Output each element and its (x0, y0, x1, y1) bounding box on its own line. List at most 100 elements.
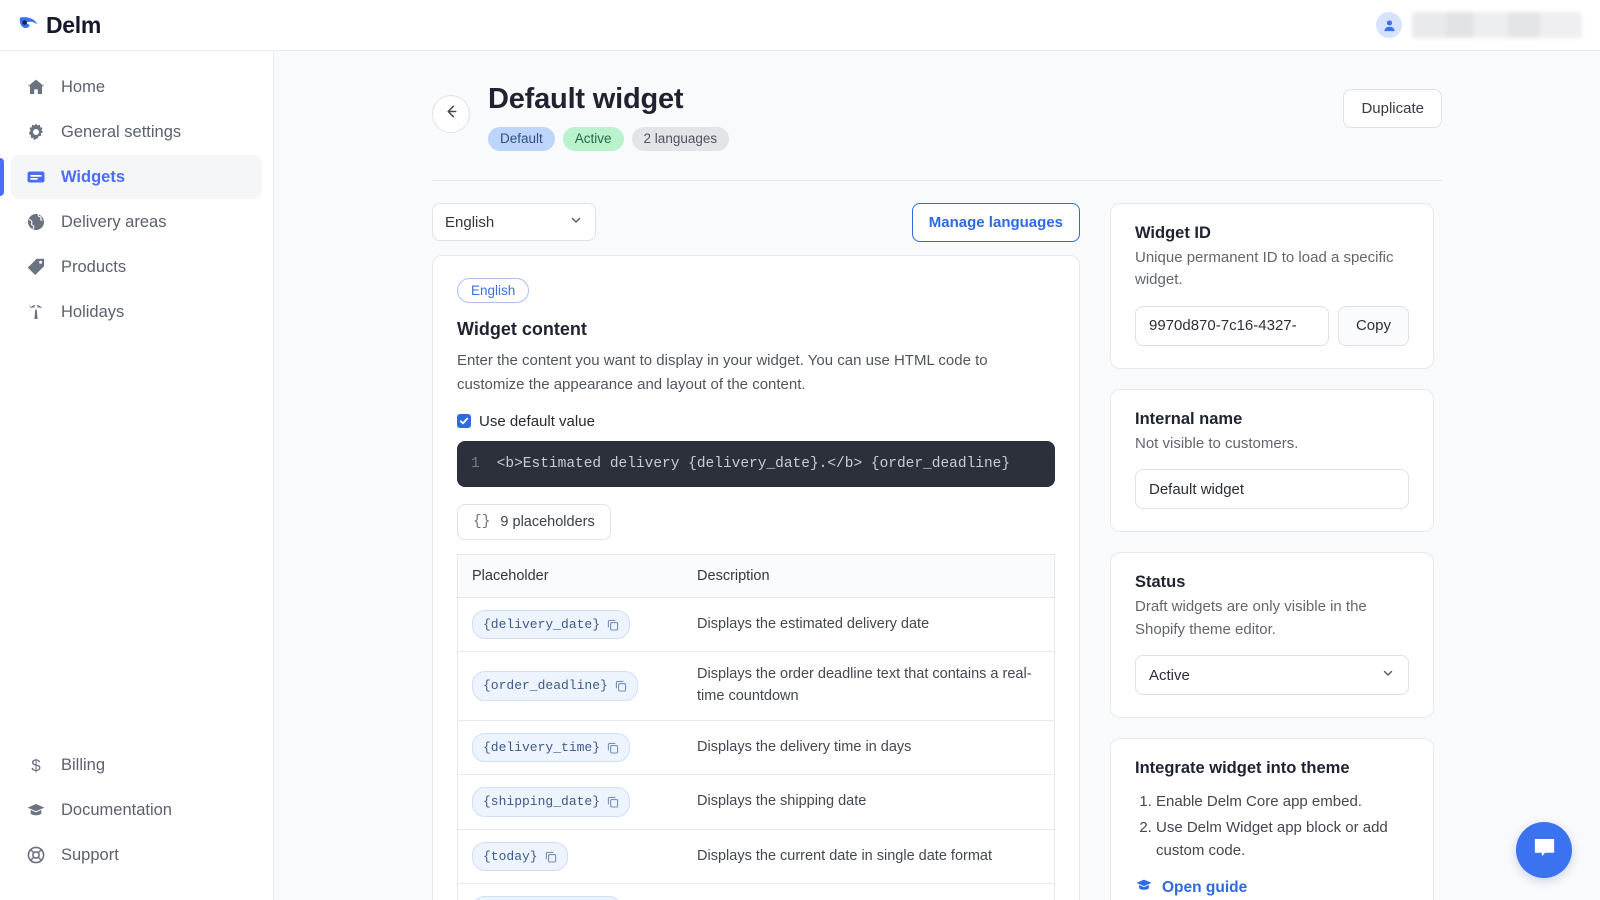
table-cell-placeholder: {shipping_date} (458, 775, 684, 830)
left-column: English Manage languages English Widget … (432, 203, 1080, 900)
arrow-left-icon (443, 103, 460, 125)
chat-button[interactable] (1516, 822, 1572, 878)
app-root: Delm Home General settings (0, 0, 1600, 900)
widget-icon (25, 166, 47, 188)
sidebar-item-home[interactable]: Home (11, 65, 262, 109)
table-row: {delivery_time} Displays the delivery ti… (458, 720, 1055, 775)
table-cell-description: Displays the visitor country name (683, 884, 1054, 900)
gear-icon (25, 121, 47, 143)
main-content: Default widget Default Active 2 language… (274, 51, 1600, 900)
open-guide-link[interactable]: Open guide (1135, 876, 1409, 899)
copy-icon[interactable] (607, 742, 619, 754)
copy-icon[interactable] (615, 680, 627, 692)
widget-content-title: Widget content (457, 319, 1055, 340)
internal-name-input[interactable]: Default widget (1135, 469, 1409, 509)
table-cell-description: Displays the current date in single date… (683, 829, 1054, 884)
placeholder-pill[interactable]: {shipping_date} (472, 787, 630, 817)
status-title: Status (1135, 573, 1409, 592)
manage-languages-button[interactable]: Manage languages (912, 203, 1080, 242)
delm-logo-icon (16, 12, 42, 38)
sidebar-item-label: Holidays (61, 303, 124, 322)
use-default-value-row[interactable]: Use default value (457, 413, 1055, 430)
sidebar-item-billing[interactable]: $ Billing (11, 743, 262, 787)
table-cell-placeholder: {country_name} (458, 884, 684, 900)
integrate-title: Integrate widget into theme (1135, 759, 1409, 778)
language-select-value: English (445, 214, 494, 231)
globe-icon (25, 211, 47, 233)
code-editor[interactable]: 1 <b>Estimated delivery {delivery_date}.… (457, 441, 1055, 487)
sidebar-item-delivery-areas[interactable]: Delivery areas (11, 200, 262, 244)
widget-id-panel: Widget ID Unique permanent ID to load a … (1110, 203, 1434, 369)
table-cell-placeholder: {delivery_date} (458, 597, 684, 652)
copy-icon[interactable] (607, 619, 619, 631)
duplicate-button[interactable]: Duplicate (1343, 89, 1442, 128)
copy-widget-id-button[interactable]: Copy (1338, 306, 1409, 346)
sidebar-item-documentation[interactable]: Documentation (11, 788, 262, 832)
chevron-down-icon (569, 213, 583, 231)
sidebar-item-widgets[interactable]: Widgets (11, 155, 262, 199)
sidebar-item-products[interactable]: Products (11, 245, 262, 289)
internal-name-description: Not visible to customers. (1135, 433, 1409, 456)
page-header: Default widget Default Active 2 language… (432, 83, 1442, 151)
placeholder-pill-label: {shipping_date} (483, 792, 600, 812)
status-select[interactable]: Active (1135, 655, 1409, 695)
braces-icon: {} (473, 514, 490, 530)
table-header-row: Placeholder Description (458, 554, 1055, 597)
status-badge-languages: 2 languages (632, 127, 730, 151)
internal-name-field-row: Default widget (1135, 469, 1409, 509)
table-row: {delivery_date} Displays the estimated d… (458, 597, 1055, 652)
widget-id-description: Unique permanent ID to load a specific w… (1135, 247, 1409, 292)
placeholder-count-badge[interactable]: {} 9 placeholders (457, 504, 611, 540)
status-select-value: Active (1149, 667, 1190, 684)
table-cell-placeholder: {order_deadline} (458, 652, 684, 721)
copy-icon[interactable] (607, 796, 619, 808)
sidebar-item-holidays[interactable]: Holidays (11, 290, 262, 334)
table-cell-description: Displays the shipping date (683, 775, 1054, 830)
language-tab-english[interactable]: English (457, 278, 529, 304)
table-cell-placeholder: {delivery_time} (458, 720, 684, 775)
open-guide-label: Open guide (1162, 879, 1247, 897)
sidebar-item-general-settings[interactable]: General settings (11, 110, 262, 154)
back-button[interactable] (432, 95, 470, 133)
widget-content-description: Enter the content you want to display in… (457, 349, 1042, 396)
tag-icon (25, 256, 47, 278)
table-cell-placeholder: {today} (458, 829, 684, 884)
placeholder-pill[interactable]: {today} (472, 842, 568, 872)
brand-name: Delm (46, 14, 101, 37)
code-editor-text: <b>Estimated delivery {delivery_date}.</… (497, 456, 1010, 472)
sidebar: Home General settings Widgets Delivery a… (0, 51, 274, 900)
integrate-step: Enable Delm Core app embed. (1156, 790, 1409, 813)
status-badge-default: Default (488, 127, 555, 151)
placeholder-pill[interactable]: {country_name} (472, 896, 622, 900)
placeholder-pill-label: {today} (483, 847, 538, 867)
placeholder-pill[interactable]: {delivery_time} (472, 733, 630, 763)
topbar-right (1376, 12, 1582, 38)
integrate-panel: Integrate widget into theme Enable Delm … (1110, 738, 1434, 900)
checkbox-checked-icon[interactable] (457, 414, 471, 428)
user-avatar-icon[interactable] (1376, 12, 1402, 38)
main-inner: Default widget Default Active 2 language… (274, 51, 1600, 900)
brand-logo[interactable]: Delm (16, 12, 101, 38)
column-header-placeholder: Placeholder (458, 554, 684, 597)
table-row: {today} Displays the current date in sin… (458, 829, 1055, 884)
body-split: Home General settings Widgets Delivery a… (0, 51, 1600, 900)
account-name-redacted[interactable] (1412, 12, 1582, 38)
language-select[interactable]: English (432, 203, 596, 241)
copy-icon[interactable] (545, 851, 557, 863)
placeholder-pill[interactable]: {delivery_date} (472, 610, 630, 640)
sidebar-item-support[interactable]: Support (11, 833, 262, 877)
dollar-icon: $ (25, 754, 47, 776)
svg-text:$: $ (31, 756, 41, 775)
sidebar-item-label: Widgets (61, 168, 125, 187)
widget-id-input[interactable]: 9970d870-7c16-4327- (1135, 306, 1329, 346)
placeholder-pill[interactable]: {order_deadline} (472, 671, 638, 701)
sidebar-item-label: Delivery areas (61, 213, 166, 232)
placeholders-table: Placeholder Description {delivery_date} (457, 554, 1055, 900)
top-bar: Delm (0, 0, 1600, 51)
placeholders-table-head: Placeholder Description (458, 554, 1055, 597)
chevron-down-icon (1381, 666, 1395, 684)
content-grid: English Manage languages English Widget … (432, 181, 1442, 900)
home-icon (25, 76, 47, 98)
table-row: {country_name} Displays the visitor coun… (458, 884, 1055, 900)
integrate-steps: Enable Delm Core app embed. Use Delm Wid… (1135, 790, 1409, 862)
